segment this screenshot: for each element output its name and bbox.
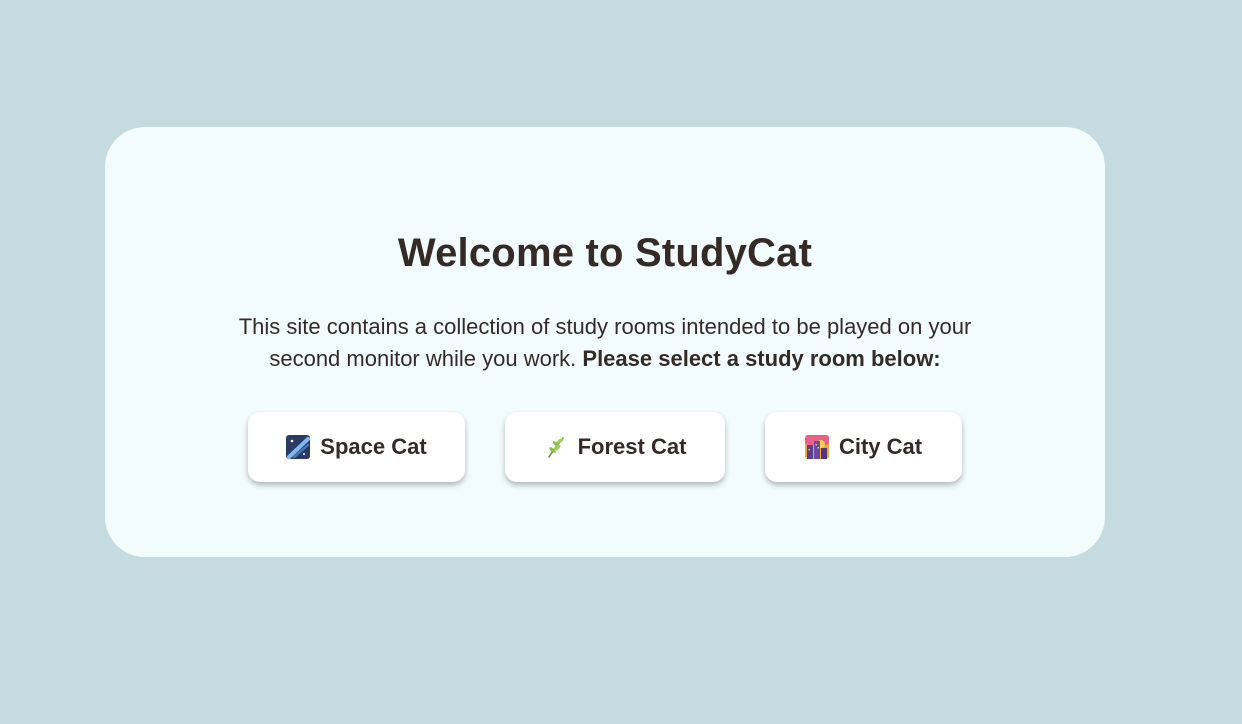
city-cat-button[interactable]: City Cat [765,412,962,482]
leaf-icon [544,435,568,459]
city-cat-label: City Cat [838,434,923,459]
page-title: Welcome to StudyCat [397,231,813,275]
study-room-list: Space Cat Forest Cat City Cat [105,412,1105,482]
forest-cat-label: Forest Cat [577,434,687,459]
welcome-card: Welcome to StudyCat This site contains a… [105,127,1105,557]
welcome-description: This site contains a collection of study… [205,311,1005,375]
city-icon [804,435,829,459]
description-emphasis: Please select a study room below: [582,346,941,371]
space-cat-label: Space Cat [320,434,427,459]
space-icon [286,435,311,459]
space-cat-button[interactable]: Space Cat [248,412,465,482]
forest-cat-button[interactable]: Forest Cat [505,412,725,482]
